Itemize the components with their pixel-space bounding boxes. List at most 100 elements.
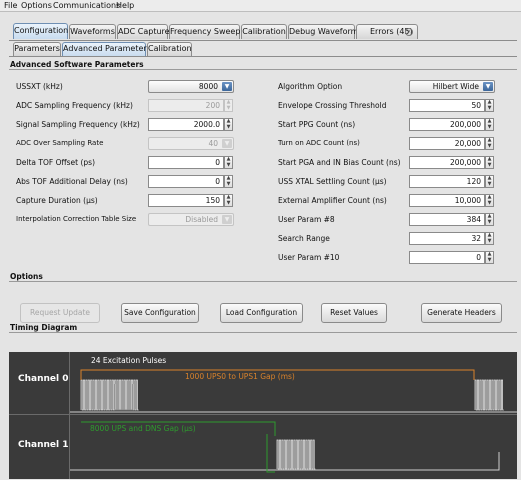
capture-duration-spinner[interactable]: ▲ ▼ — [224, 194, 233, 207]
adc-sampling-frequency-label: ADC Sampling Frequency (kHz) — [16, 101, 133, 110]
turn-on-adc-count-spinner[interactable]: ▲ ▼ — [485, 137, 494, 150]
capture-duration-label: Capture Duration (µs) — [16, 196, 98, 205]
save-configuration-button[interactable]: Save Configuration — [121, 303, 199, 323]
algorithm-option-value: Hilbert Wide — [432, 82, 479, 91]
delta-tof-offset-field[interactable]: 0 — [148, 156, 224, 169]
spin-down-icon[interactable]: ▼ — [486, 106, 493, 111]
tab-waveforms[interactable]: Waveforms — [69, 24, 116, 39]
start-pga-in-bias-count-spinner[interactable]: ▲ ▼ — [485, 156, 494, 169]
subtab-calibration[interactable]: Calibration — [147, 42, 192, 56]
search-range-field[interactable]: 32 — [409, 232, 485, 245]
spin-down-icon[interactable]: ▼ — [225, 201, 232, 206]
user-param-8-spinner[interactable]: ▲ ▼ — [485, 213, 494, 226]
user-param-10-spinner[interactable]: ▲ ▼ — [485, 251, 494, 264]
capture-duration-field[interactable]: 150 — [148, 194, 224, 207]
tab-calibration[interactable]: Calibration — [241, 24, 287, 39]
chevron-down-icon: ▼ — [483, 82, 493, 91]
delta-tof-offset-label: Delta TOF Offset (ps) — [16, 158, 96, 167]
menu-help[interactable]: Help — [116, 1, 134, 11]
spin-down-icon[interactable]: ▼ — [225, 163, 232, 168]
channel-0-second-burst — [474, 379, 504, 411]
ussxt-dropdown[interactable]: 8000 ▼ — [148, 80, 234, 93]
request-update-button: Request Update — [20, 303, 100, 323]
channel-1-pulse-train — [276, 439, 316, 470]
tab-debug-waveform[interactable]: Debug Waveform — [288, 24, 358, 39]
channel-0-gap-marker — [80, 369, 475, 380]
signal-sampling-frequency-spinner[interactable]: ▲ ▼ — [224, 118, 233, 131]
channel-1-gate — [266, 434, 275, 473]
start-ppg-count-label: Start PPG Count (ns) — [278, 120, 356, 129]
tab-adc-capture[interactable]: ADC Capture — [117, 24, 170, 39]
advanced-params-header: Advanced Software Parameters — [9, 60, 517, 70]
menu-communications[interactable]: Communications — [53, 1, 120, 11]
menu-options[interactable]: Options — [21, 1, 52, 11]
start-ppg-count-field[interactable]: 200,000 — [409, 118, 485, 131]
external-amplifier-count-label: External Amplifier Count (ns) — [278, 196, 387, 205]
signal-sampling-frequency-field[interactable]: 2000.0 — [148, 118, 224, 131]
channel-0-pulse-train — [474, 379, 504, 411]
load-configuration-button[interactable]: Load Configuration — [220, 303, 303, 323]
adc-over-sampling-rate-dropdown: 40 ▼ — [148, 137, 234, 150]
spin-down-icon[interactable]: ▼ — [486, 201, 493, 206]
timing-waveforms — [70, 369, 517, 473]
interpolation-correction-table-size-label: Interpolation Correction Table Size — [16, 215, 137, 223]
spin-down-icon[interactable]: ▼ — [486, 239, 493, 244]
adc-over-sampling-rate-label: ADC Over Sampling Rate — [16, 139, 104, 147]
options-header: Options — [9, 272, 517, 282]
spin-down-icon[interactable]: ▼ — [486, 163, 493, 168]
subtab-advanced-parameters[interactable]: Advanced Parameters — [62, 42, 151, 56]
chevron-down-icon: ▼ — [222, 215, 232, 224]
external-amplifier-count-field[interactable]: 10,000 — [409, 194, 485, 207]
envelope-crossing-threshold-spinner[interactable]: ▲ ▼ — [485, 99, 494, 112]
channel-1-gap-marker — [81, 421, 276, 436]
envelope-crossing-threshold-label: Envelope Crossing Threshold — [278, 101, 387, 110]
user-param-8-label: User Param #8 — [278, 215, 335, 224]
menu-file[interactable]: File — [4, 1, 17, 11]
spin-down-icon[interactable]: ▼ — [486, 220, 493, 225]
algorithm-option-dropdown[interactable]: Hilbert Wide ▼ — [409, 80, 495, 93]
user-param-8-field[interactable]: 384 — [409, 213, 485, 226]
uss-xtal-settling-count-field[interactable]: 120 — [409, 175, 485, 188]
algorithm-option-label: Algorithm Option — [278, 82, 343, 91]
timing-diagram: Channel 0 Channel 1 24 Excitation Pulses… — [9, 352, 517, 479]
turn-on-adc-count-label: Turn on ADC Count (ns) — [278, 139, 360, 147]
start-ppg-count-spinner[interactable]: ▲ ▼ — [485, 118, 494, 131]
channel-0-first-burst — [80, 379, 139, 411]
adc-over-sampling-rate-value: 40 — [208, 139, 218, 148]
generate-headers-button[interactable]: Generate Headers — [421, 303, 502, 323]
turn-on-adc-count-field[interactable]: 20,000 — [409, 137, 485, 150]
tab-configuration[interactable]: Configuration — [13, 23, 68, 39]
start-pga-in-bias-count-field[interactable]: 200,000 — [409, 156, 485, 169]
ussxt-label: USSXT (kHz) — [16, 82, 63, 91]
tab-frequency-sweep[interactable]: Frequency Sweep — [169, 24, 240, 39]
spin-down-icon[interactable]: ▼ — [486, 144, 493, 149]
menu-bar: File Options Communications Help — [0, 0, 521, 12]
main-content: Configuration Waveforms ADC Capture Freq… — [0, 12, 521, 480]
uss-xtal-settling-count-spinner[interactable]: ▲ ▼ — [485, 175, 494, 188]
interpolation-table-size-value: Disabled — [185, 215, 218, 224]
user-param-10-field[interactable]: 0 — [409, 251, 485, 264]
tab-strip-divider — [9, 40, 517, 41]
adc-sampling-frequency-spinner: ▲ ▼ — [224, 99, 233, 112]
reset-values-button[interactable]: Reset Values — [321, 303, 387, 323]
external-amplifier-count-spinner[interactable]: ▲ ▼ — [485, 194, 494, 207]
spin-down-icon[interactable]: ▼ — [486, 182, 493, 187]
abs-tof-additional-delay-field[interactable]: 0 — [148, 175, 224, 188]
envelope-crossing-threshold-field[interactable]: 50 — [409, 99, 485, 112]
subtab-parameters[interactable]: Parameters — [13, 42, 61, 56]
chevron-down-icon: ▼ — [222, 139, 232, 148]
channel-1-burst — [276, 439, 316, 470]
spin-down-icon[interactable]: ▼ — [225, 182, 232, 187]
tab-errors[interactable]: Errors (45) ✕ — [356, 24, 418, 39]
spin-down-icon: ▼ — [226, 105, 231, 111]
spin-down-icon[interactable]: ▼ — [486, 258, 493, 263]
search-range-spinner[interactable]: ▲ ▼ — [485, 232, 494, 245]
timing-diagram-header: Timing Diagram — [9, 323, 517, 333]
spin-down-icon[interactable]: ▼ — [486, 125, 493, 130]
chevron-down-icon: ▼ — [222, 82, 232, 91]
signal-sampling-frequency-label: Signal Sampling Frequency (kHz) — [16, 120, 140, 129]
delta-tof-offset-spinner[interactable]: ▲ ▼ — [224, 156, 233, 169]
spin-down-icon[interactable]: ▼ — [225, 125, 232, 130]
abs-tof-additional-delay-spinner[interactable]: ▲ ▼ — [224, 175, 233, 188]
close-icon[interactable]: ✕ — [405, 28, 413, 36]
